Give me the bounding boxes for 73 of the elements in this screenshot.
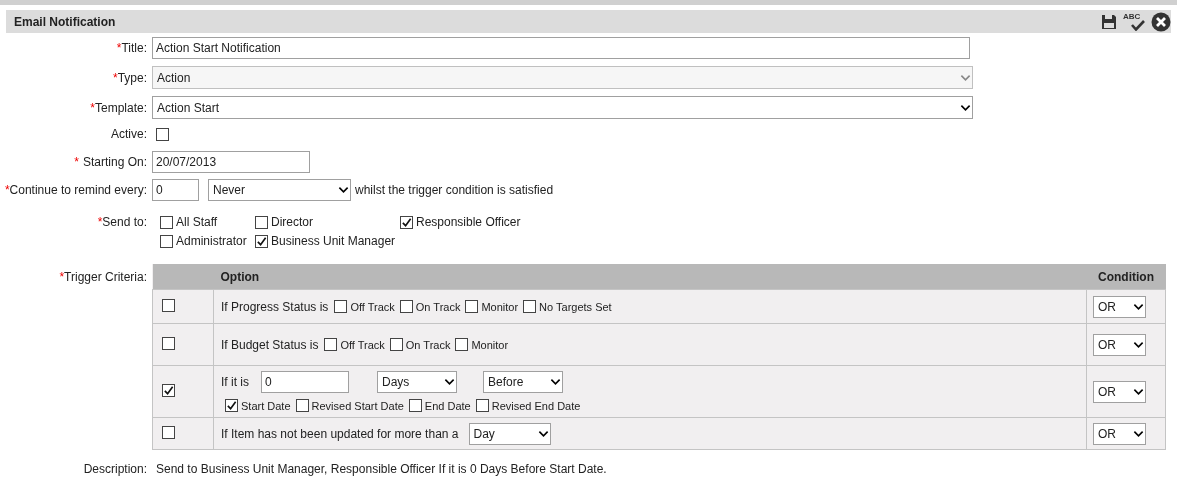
checkbox[interactable] — [160, 234, 173, 248]
panel-title: Email Notification — [14, 14, 116, 29]
checkbox[interactable] — [295, 399, 309, 412]
field-label: *Type: — [112, 70, 147, 85]
checkbox[interactable] — [455, 338, 469, 351]
dropdown[interactable]: OR — [1093, 380, 1146, 403]
number-field[interactable]: 0 — [152, 179, 199, 201]
checkbox-label: Business Unit Manager — [271, 234, 396, 248]
checkbox[interactable] — [324, 338, 338, 351]
checkbox[interactable] — [475, 399, 489, 412]
checkbox[interactable] — [162, 298, 175, 312]
checkbox[interactable] — [225, 399, 238, 412]
checkbox-label: Director — [271, 215, 313, 229]
dropdown[interactable]: Before — [483, 371, 563, 393]
checkbox[interactable] — [156, 127, 169, 141]
spellcheck-button[interactable]: ABC — [1123, 12, 1145, 31]
description-text: Send to Business Unit Manager, Responsible Officer If it is 0 Days Before Start Date. — [156, 462, 607, 476]
checkbox[interactable] — [255, 234, 268, 248]
checkbox[interactable] — [334, 300, 348, 313]
dropdown[interactable]: OR — [1093, 295, 1146, 318]
checkbox[interactable] — [389, 338, 403, 351]
field-label: *Template: — [90, 100, 147, 115]
checkbox-label: On Track — [405, 338, 451, 351]
checkbox-label: Revised Start Date — [311, 399, 404, 412]
date-field[interactable]: 20/07/2013 — [152, 151, 310, 173]
checkbox-label: End Date — [424, 399, 471, 412]
save-button[interactable] — [1101, 13, 1117, 30]
checkbox-label: No Targets Set — [539, 300, 612, 313]
checkbox[interactable] — [160, 215, 173, 229]
criterion-text: If Progress Status is — [221, 299, 329, 314]
checkbox-label: Responsible Officer — [416, 215, 521, 229]
checkbox[interactable] — [162, 336, 175, 350]
number-field[interactable]: 0 — [261, 371, 349, 393]
checkbox[interactable] — [255, 215, 268, 229]
field-label: *Title: — [116, 41, 147, 55]
checkbox[interactable] — [162, 425, 175, 439]
text-field[interactable]: Action Start Notification — [152, 37, 970, 59]
dropdown[interactable]: OR — [1093, 333, 1146, 356]
field-label: *Send to: — [97, 215, 147, 229]
checkbox[interactable] — [465, 300, 479, 313]
checkbox-label: Start Date — [241, 399, 291, 412]
checkbox[interactable] — [408, 399, 422, 412]
close-icon — [1151, 11, 1171, 32]
dropdown[interactable]: Never — [208, 179, 351, 201]
field-label: *Continue to remind every: — [4, 183, 147, 197]
dropdown[interactable]: Days — [377, 371, 457, 393]
dropdown[interactable]: Action Start — [152, 96, 973, 119]
dropdown[interactable]: Day — [468, 422, 551, 445]
close-button[interactable] — [1151, 11, 1171, 32]
checkbox-label: Administrator — [176, 234, 247, 248]
field-label: Description: — [83, 462, 147, 476]
criterion-text: If it is — [221, 375, 249, 389]
checkbox[interactable] — [162, 384, 175, 397]
checkbox-label: All Staff — [176, 215, 218, 229]
check-mark-icon — [1131, 19, 1145, 31]
column-header: Option — [213, 264, 1087, 290]
checkbox-label: Monitor — [481, 300, 519, 313]
field-label: Active: — [111, 127, 147, 141]
checkbox-label: Off Track — [350, 300, 395, 313]
field-label: * Starting On: — [74, 155, 147, 169]
checkbox-label: Revised End Date — [491, 399, 581, 412]
checkbox-label: Monitor — [471, 338, 509, 351]
checkbox-label: Off Track — [340, 338, 385, 351]
checkbox[interactable] — [523, 300, 537, 313]
checkbox-label: On Track — [415, 300, 461, 313]
helper-text: whilst the trigger condition is satisfied — [355, 183, 554, 197]
column-header: Condition — [1086, 264, 1166, 290]
checkbox[interactable] — [399, 300, 413, 313]
criterion-text: If Budget Status is — [221, 337, 319, 352]
checkbox[interactable] — [400, 215, 413, 229]
field-label: *Trigger Criteria: — [59, 270, 147, 284]
dropdown[interactable]: OR — [1093, 422, 1146, 445]
criterion-text: If Item has not been updated for more than a — [221, 426, 459, 441]
